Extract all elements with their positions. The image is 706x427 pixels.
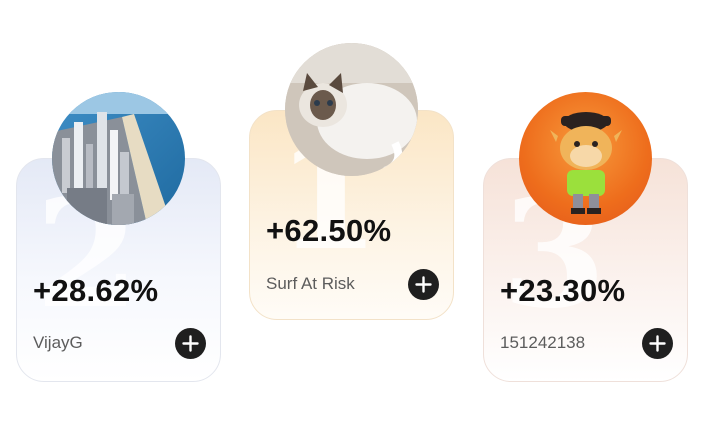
add-button[interactable] [175,328,206,359]
city-skyline-avatar [52,92,185,225]
bull-mascot-avatar [550,112,622,214]
percent-change: +62.50% [266,213,392,248]
avatar[interactable] [52,92,185,225]
add-button[interactable] [408,269,439,300]
percent-change: +23.30% [500,273,626,308]
cat-avatar [285,43,418,176]
avatar[interactable] [285,43,418,176]
plus-icon [415,276,432,293]
add-button[interactable] [642,328,673,359]
percent-change: +28.62% [33,273,159,308]
plus-icon [649,335,666,352]
trader-name: 151242138 [500,333,586,352]
avatar[interactable] [519,92,652,225]
trader-name: VijayG [33,333,83,352]
plus-icon [182,335,199,352]
trader-name: Surf At Risk [266,274,355,293]
